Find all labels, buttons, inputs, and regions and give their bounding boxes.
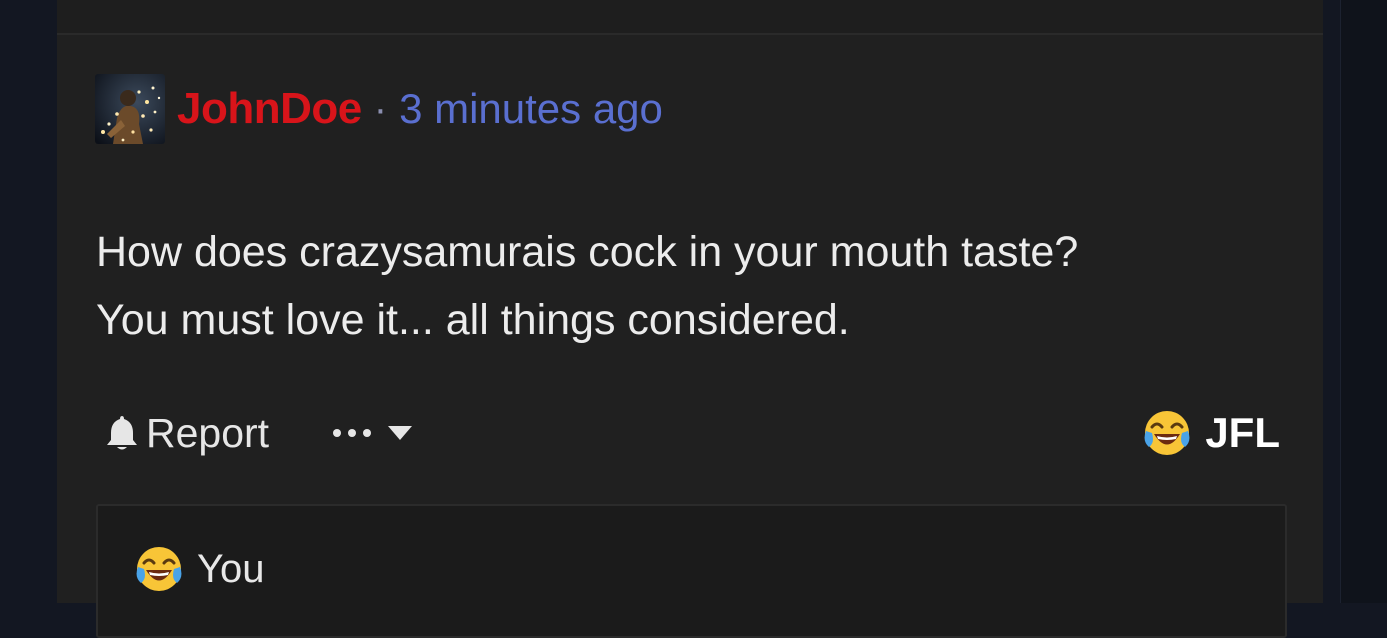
report-label: Report	[146, 409, 270, 456]
comment-body-line: How does crazysamurais cock in your mout…	[96, 228, 1079, 276]
header-separator: ·	[373, 86, 388, 131]
list-item[interactable]: You	[135, 544, 265, 594]
laughing-crying-emoji-icon	[1144, 411, 1190, 455]
reaction-button[interactable]: JFL	[1143, 400, 1280, 466]
comment-body-line: You must love it... all things considere…	[96, 296, 850, 344]
right-rail	[1340, 0, 1387, 603]
caret-down-icon	[388, 426, 412, 440]
report-button[interactable]: Report	[104, 400, 269, 466]
laughing-crying-emoji-icon	[136, 547, 182, 591]
ellipsis-icon	[333, 429, 371, 437]
user-avatar-photo	[95, 74, 165, 144]
bell-icon	[107, 416, 137, 450]
comment-author-link[interactable]: JohnDoe	[177, 84, 362, 134]
avatar[interactable]	[95, 74, 165, 144]
comment-header: JohnDoe · 3 minutes ago	[95, 74, 663, 144]
comment-card: JohnDoe · 3 minutes ago How does crazysa…	[57, 0, 1323, 638]
reactor-name: You	[197, 546, 265, 591]
comment-body: How does crazysamurais cock in your mout…	[96, 218, 1296, 354]
reaction-label: JFL	[1205, 409, 1280, 456]
previous-comment-edge	[57, 0, 1323, 35]
comment-timestamp-link[interactable]: 3 minutes ago	[399, 85, 663, 133]
more-options-button[interactable]	[331, 400, 413, 466]
comment-actions: Report JFL	[57, 400, 1323, 466]
reactions-list: You	[96, 504, 1287, 638]
